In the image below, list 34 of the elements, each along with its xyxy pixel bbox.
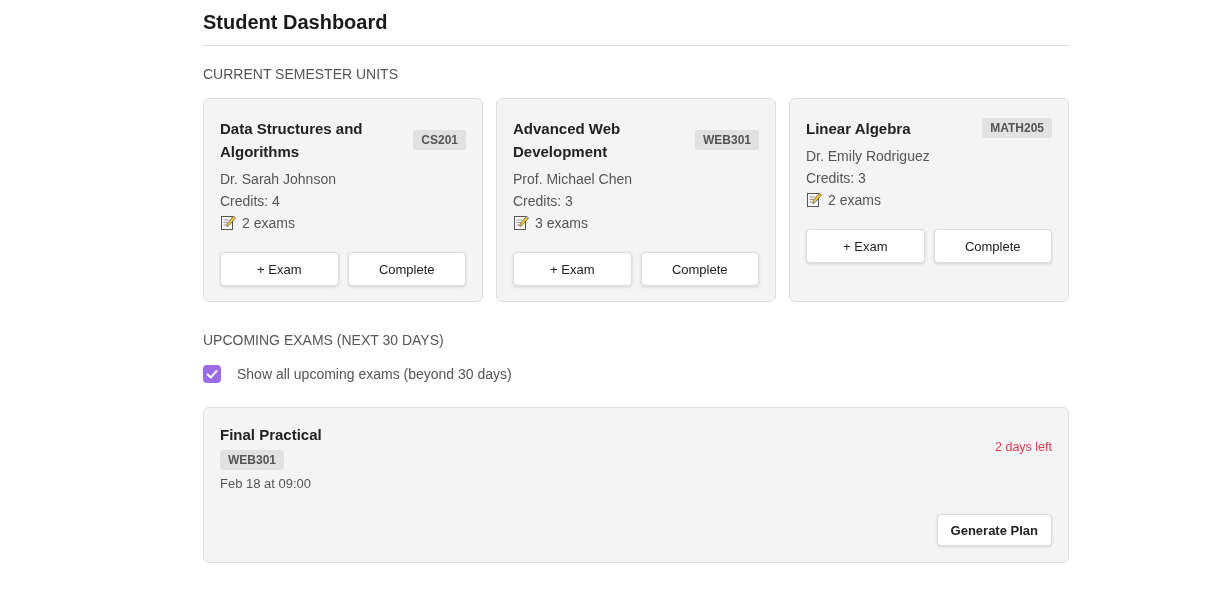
- section-heading: CURRENT SEMESTER UNITS: [203, 65, 398, 83]
- exam-date: Feb 18 at 09:00: [220, 475, 312, 493]
- checkbox[interactable]: [203, 365, 221, 383]
- unit-title: Linear Algebra: [806, 119, 911, 139]
- add-exam-button[interactable]: + Exam: [513, 252, 632, 286]
- course-code: MATH205: [982, 118, 1052, 138]
- add-exam-button[interactable]: + Exam: [806, 229, 925, 263]
- complete-button[interactable]: Complete: [347, 252, 466, 286]
- exam-title: Final Practical: [220, 425, 322, 445]
- memo-icon: [806, 192, 822, 208]
- course-code: CS201: [413, 130, 466, 150]
- complete-button[interactable]: Complete: [933, 229, 1052, 263]
- add-exam-button[interactable]: + Exam: [220, 252, 339, 286]
- exam-count: 3 exams: [535, 214, 588, 233]
- course-code: WEB301: [220, 450, 285, 470]
- course-code: WEB301: [694, 130, 759, 150]
- countdown-text: 2 days left: [995, 439, 1052, 455]
- instructor-name: Prof. Michael Chen: [513, 170, 633, 189]
- memo-icon: [513, 215, 529, 231]
- exam-count: 2 exams: [242, 214, 295, 233]
- unit-title: Data Structures and Algorithms: [220, 119, 364, 162]
- exam-count: 2 exams: [828, 191, 881, 210]
- instructor-name: Dr. Sarah Johnson: [220, 170, 336, 189]
- credits-text: Credits: 3: [806, 169, 866, 188]
- section-heading: UPCOMING EXAMS (NEXT 30 DAYS): [203, 331, 444, 349]
- generate-plan-button[interactable]: Generate Plan: [936, 514, 1052, 546]
- page-title: Student Dashboard: [203, 10, 388, 34]
- credits-text: Credits: 3: [513, 192, 573, 211]
- memo-icon: [220, 215, 236, 231]
- checkbox-label: Show all upcoming exams (beyond 30 days): [237, 365, 512, 383]
- unit-title: Advanced Web Development: [513, 119, 622, 162]
- credits-text: Credits: 4: [220, 192, 280, 211]
- complete-button[interactable]: Complete: [640, 252, 759, 286]
- instructor-name: Dr. Emily Rodriguez: [806, 147, 930, 166]
